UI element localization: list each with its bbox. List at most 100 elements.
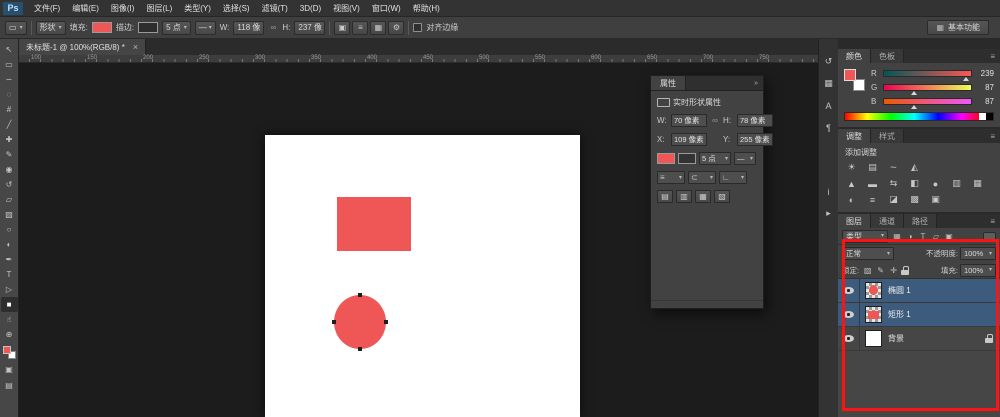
gradient-map-icon[interactable]: ▩ <box>906 193 923 206</box>
slider-thumb[interactable] <box>910 91 917 95</box>
quick-selection-tool[interactable]: ◌ <box>1 87 18 102</box>
shape-op-4-icon[interactable]: ▧ <box>714 190 730 203</box>
panel-resize-handle[interactable] <box>651 300 763 308</box>
shape-op-3-icon[interactable]: ▦ <box>695 190 711 203</box>
path-arrange-icon[interactable]: ▦ <box>370 20 387 35</box>
prop-stroke-width-select[interactable]: 5 点 ▾ <box>699 152 731 165</box>
history-brush-tool[interactable]: ↺ <box>1 177 18 192</box>
path-alignment-icon[interactable]: ≡ <box>352 20 369 35</box>
close-tab-icon[interactable]: × <box>133 42 138 52</box>
tab-layers[interactable]: 图层 <box>838 214 871 228</box>
menu-item-3[interactable]: 图像(I) <box>105 0 141 17</box>
tab-paths[interactable]: 路径 <box>904 214 937 228</box>
type-tool[interactable]: T <box>1 267 18 282</box>
workspace-switcher-button[interactable]: ▦ 基本功能 <box>927 20 989 35</box>
prop-x-input[interactable]: 109 像素 <box>671 133 707 146</box>
threshold-icon[interactable]: ◪ <box>885 193 902 206</box>
menu-item-1[interactable]: 文件(F) <box>28 0 66 17</box>
eyedropper-tool[interactable]: ╱ <box>1 117 18 132</box>
stroke-color-swatch[interactable] <box>138 22 159 33</box>
prop-y-input[interactable]: 255 像素 <box>737 133 773 146</box>
shape-width-input[interactable]: 118 像 <box>233 20 265 35</box>
tab-properties[interactable]: 属性 <box>651 76 686 90</box>
menu-item-7[interactable]: 滤镜(T) <box>256 0 294 17</box>
dodge-tool[interactable]: ◐ <box>1 237 18 252</box>
color-lookup-icon[interactable]: ▦ <box>969 177 986 190</box>
tab-color[interactable]: 颜色 <box>838 49 871 63</box>
swatches-panel-icon[interactable]: ▦ <box>822 77 836 90</box>
document-tab[interactable]: 未标题-1 @ 100%(RGB/8) * × <box>19 39 147 55</box>
photo-filter-icon[interactable]: ● <box>927 177 944 190</box>
fill-color-swatch[interactable] <box>91 22 112 33</box>
prop-h-input[interactable]: 78 像素 <box>737 114 773 127</box>
menu-item-6[interactable]: 选择(S) <box>217 0 256 17</box>
tab-channels[interactable]: 通道 <box>871 214 904 228</box>
tool-preset-button[interactable]: ▭ ▾ <box>5 20 27 35</box>
tab-adjustments[interactable]: 调整 <box>838 129 871 143</box>
foreground-color-well[interactable] <box>844 69 856 81</box>
eraser-tool[interactable]: ▱ <box>1 192 18 207</box>
shape-height-input[interactable]: 237 像 <box>294 20 326 35</box>
stroke-align-select[interactable]: ≡ ▾ <box>657 171 685 184</box>
align-edges-checkbox[interactable] <box>413 23 423 32</box>
color-spectrum-bar[interactable] <box>844 112 994 121</box>
hue-saturation-icon[interactable]: ▬ <box>864 177 881 190</box>
anchor-point-left[interactable] <box>332 320 336 324</box>
anchor-point-right[interactable] <box>384 320 388 324</box>
black-white-icon[interactable]: ◧ <box>906 177 923 190</box>
healing-brush-tool[interactable]: ✚ <box>1 132 18 147</box>
stroke-corners-select[interactable]: ∟ ▾ <box>719 171 747 184</box>
selective-color-icon[interactable]: ▣ <box>927 193 944 206</box>
channel-mixer-icon[interactable]: ▥ <box>948 177 965 190</box>
more-options-gear-icon[interactable]: ⚙ <box>388 20 405 35</box>
tool-mode-select[interactable]: 形状 ▾ <box>35 20 66 35</box>
menu-item-8[interactable]: 3D(D) <box>294 0 327 17</box>
white-chip[interactable] <box>979 113 986 120</box>
rectangle-shape[interactable] <box>337 197 411 251</box>
shape-op-2-icon[interactable]: ▥ <box>676 190 692 203</box>
stroke-style-select[interactable]: — ▾ <box>194 20 216 35</box>
vibrance-icon[interactable]: ▲ <box>843 177 860 190</box>
menu-item-11[interactable]: 帮助(H) <box>407 0 446 17</box>
slider-thumb[interactable] <box>962 77 969 81</box>
curves-icon[interactable]: ∼ <box>885 161 902 174</box>
zoom-tool[interactable]: ⊕ <box>1 327 18 342</box>
invert-icon[interactable]: ◐ <box>843 193 860 206</box>
clone-stamp-tool[interactable]: ◉ <box>1 162 18 177</box>
paragraph-panel-icon[interactable]: ¶ <box>822 121 836 134</box>
marquee-tool[interactable]: ▭ <box>1 57 18 72</box>
slider-track-g[interactable] <box>883 84 972 95</box>
slider-thumb[interactable] <box>910 105 917 109</box>
menu-item-2[interactable]: 编辑(E) <box>66 0 105 17</box>
actions-panel-icon[interactable]: ▸ <box>822 207 836 220</box>
ellipse-shape[interactable] <box>334 295 386 349</box>
panel-menu-icon[interactable]: ≡ <box>985 49 1000 63</box>
hand-tool[interactable]: ☝ <box>1 312 18 327</box>
path-selection-tool[interactable]: ▷ <box>1 282 18 297</box>
color-balance-icon[interactable]: ⇆ <box>885 177 902 190</box>
shape-tool[interactable]: ■ <box>0 297 18 312</box>
document-canvas[interactable] <box>265 135 580 417</box>
quick-mask-button[interactable]: ▣ <box>1 362 18 377</box>
levels-icon[interactable]: ▤ <box>864 161 881 174</box>
screen-mode-button[interactable]: ▤ <box>1 378 18 393</box>
tab-swatches[interactable]: 色板 <box>871 49 904 63</box>
blur-tool[interactable]: ○ <box>1 222 18 237</box>
anchor-point-top[interactable] <box>358 293 362 297</box>
menu-item-5[interactable]: 类型(Y) <box>178 0 217 17</box>
collapse-panel-icon[interactable]: » <box>754 80 758 87</box>
posterize-icon[interactable]: ≡ <box>864 193 881 206</box>
lasso-tool[interactable]: ∽ <box>1 72 18 87</box>
link-dimensions-icon[interactable]: ∞ <box>710 116 720 125</box>
menu-item-4[interactable]: 图层(L) <box>140 0 178 17</box>
exposure-icon[interactable]: ◭ <box>906 161 923 174</box>
shape-op-1-icon[interactable]: ▤ <box>657 190 673 203</box>
anchor-point-bottom[interactable] <box>358 347 362 351</box>
info-panel-icon[interactable]: i <box>822 185 836 198</box>
black-chip[interactable] <box>986 113 993 120</box>
link-dimensions-icon[interactable]: ∞ <box>268 23 278 32</box>
character-panel-icon[interactable]: A <box>822 99 836 112</box>
gradient-tool[interactable]: ▨ <box>1 207 18 222</box>
slider-track-b[interactable] <box>883 98 972 109</box>
menu-item-9[interactable]: 视图(V) <box>327 0 366 17</box>
